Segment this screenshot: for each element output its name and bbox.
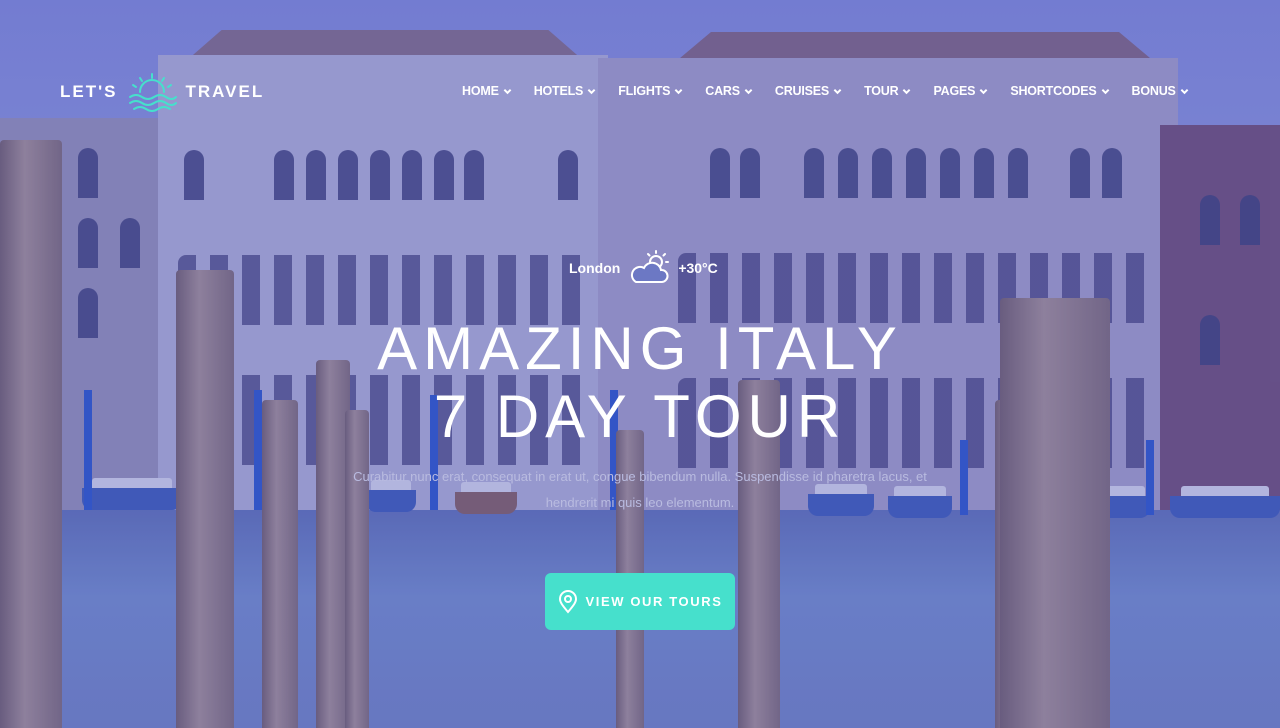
chevron-down-icon — [503, 88, 512, 94]
hero-title-line-2: 7 DAY TOUR — [433, 383, 847, 450]
nav-item-label: PAGES — [933, 84, 976, 98]
site-logo[interactable]: LET'S TRAVEL — [60, 72, 264, 112]
chevron-down-icon — [979, 88, 988, 94]
logo-word-left: LET'S — [60, 82, 118, 101]
nav-item-label: SHORTCODES — [1010, 84, 1097, 98]
map-pin-icon — [559, 589, 578, 614]
weather-temperature: +30°C — [678, 260, 718, 276]
nav-item-pages[interactable]: PAGES — [933, 84, 988, 98]
main-navigation: HOME HOTELS FLIGHTS CARS CRUISES TOUR PA… — [462, 84, 1189, 98]
nav-item-cars[interactable]: CARS — [705, 84, 753, 98]
nav-item-cruises[interactable]: CRUISES — [775, 84, 842, 98]
nav-item-hotels[interactable]: HOTELS — [534, 84, 597, 98]
nav-item-label: FLIGHTS — [618, 84, 671, 98]
view-our-tours-button[interactable]: VIEW OUR TOURS — [545, 573, 735, 630]
nav-item-label: HOME — [462, 84, 499, 98]
nav-item-shortcodes[interactable]: SHORTCODES — [1010, 84, 1109, 98]
chevron-down-icon — [587, 88, 596, 94]
nav-item-label: TOUR — [864, 84, 899, 98]
nav-item-bonus[interactable]: BONUS — [1132, 84, 1189, 98]
nav-item-label: CARS — [705, 84, 740, 98]
nav-item-flights[interactable]: FLIGHTS — [618, 84, 683, 98]
chevron-down-icon — [744, 88, 753, 94]
weather-city: London — [569, 260, 621, 276]
chevron-down-icon — [1180, 88, 1189, 94]
sunset-waves-icon — [128, 73, 177, 112]
nav-item-label: CRUISES — [774, 84, 830, 98]
sun-cloud-icon — [631, 250, 670, 283]
hero-description: Curabitur nunc erat, consequat in erat u… — [353, 469, 927, 510]
chevron-down-icon — [903, 88, 911, 94]
logo-word-right: TRAVEL — [185, 82, 265, 101]
chevron-down-icon — [833, 88, 842, 94]
cta-label: VIEW OUR TOURS — [585, 594, 723, 609]
hero-title: AMAZING ITALY 7 DAY TOUR — [0, 315, 1280, 451]
weather-widget: London +30°C — [569, 250, 718, 286]
nav-item-label: BONUS — [1131, 84, 1176, 98]
nav-item-label: HOTELS — [533, 84, 584, 98]
hero-title-line-1: AMAZING ITALY — [377, 315, 903, 382]
chevron-down-icon — [674, 88, 683, 94]
chevron-down-icon — [1101, 88, 1109, 94]
nav-item-tour[interactable]: TOUR — [864, 84, 911, 98]
site-header: LET'S TRAVEL HOME HOTELS FLIGHTS CARS CR… — [0, 0, 1280, 180]
nav-item-home[interactable]: HOME — [462, 84, 512, 98]
